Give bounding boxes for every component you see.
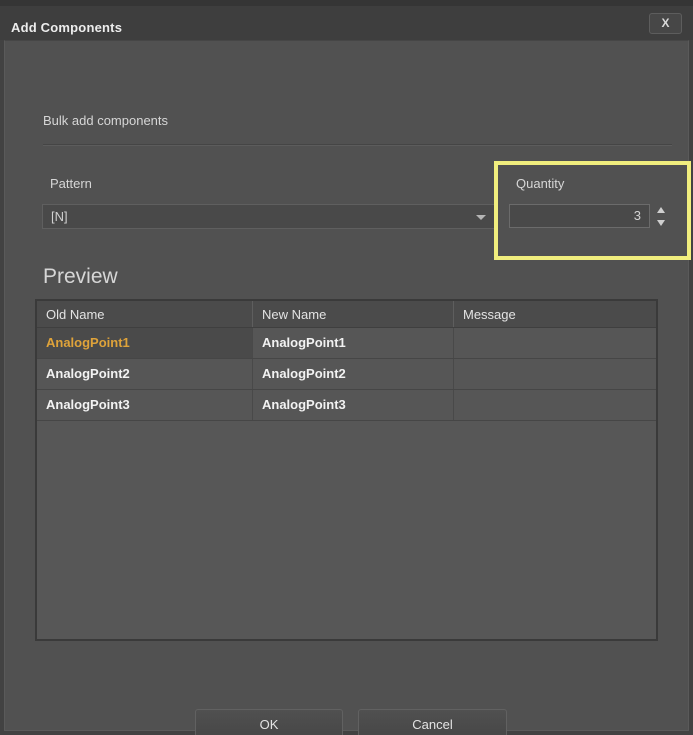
table-row: AnalogPoint2 AnalogPoint2 xyxy=(37,359,656,390)
cell-old-name[interactable]: AnalogPoint2 xyxy=(37,359,252,389)
close-icon: X xyxy=(661,16,669,30)
pattern-label: Pattern xyxy=(50,176,92,191)
chevron-down-icon xyxy=(476,215,486,220)
spin-up-button[interactable] xyxy=(654,204,668,216)
cell-old-name[interactable]: AnalogPoint1 xyxy=(37,328,252,358)
ok-button[interactable]: OK xyxy=(195,709,343,735)
preview-heading: Preview xyxy=(43,265,118,289)
close-button[interactable]: X xyxy=(649,13,682,34)
cell-message[interactable] xyxy=(453,328,656,358)
column-header-old-name[interactable]: Old Name xyxy=(37,301,252,327)
preview-table: Old Name New Name Message AnalogPoint1 A… xyxy=(35,299,658,641)
cell-message[interactable] xyxy=(453,390,656,420)
bulk-add-description: Bulk add components xyxy=(43,113,168,128)
cell-new-name[interactable]: AnalogPoint2 xyxy=(252,359,453,389)
table-row: AnalogPoint3 AnalogPoint3 xyxy=(37,390,656,421)
cell-new-name[interactable]: AnalogPoint1 xyxy=(252,328,453,358)
cell-message[interactable] xyxy=(453,359,656,389)
add-components-dialog: Add Components X Bulk add components Pat… xyxy=(0,0,693,735)
quantity-input[interactable]: 3 xyxy=(509,204,650,228)
table-header-row: Old Name New Name Message xyxy=(37,301,656,328)
quantity-spinner xyxy=(654,204,668,228)
dialog-titlebar[interactable]: Add Components xyxy=(0,6,693,40)
cell-old-name[interactable]: AnalogPoint3 xyxy=(37,390,252,420)
pattern-dropdown[interactable]: [N] xyxy=(42,204,495,229)
column-header-new-name[interactable]: New Name xyxy=(252,301,453,327)
cell-new-name[interactable]: AnalogPoint3 xyxy=(252,390,453,420)
dialog-title: Add Components xyxy=(11,20,122,35)
dialog-content: Bulk add components Pattern [N] Quantity… xyxy=(4,40,689,731)
table-row: AnalogPoint1 AnalogPoint1 xyxy=(37,328,656,359)
section-divider xyxy=(43,144,672,146)
quantity-label: Quantity xyxy=(516,176,564,191)
cancel-button[interactable]: Cancel xyxy=(358,709,507,735)
column-header-message[interactable]: Message xyxy=(453,301,656,327)
spin-down-button[interactable] xyxy=(654,216,668,228)
pattern-selected-value: [N] xyxy=(51,209,68,224)
